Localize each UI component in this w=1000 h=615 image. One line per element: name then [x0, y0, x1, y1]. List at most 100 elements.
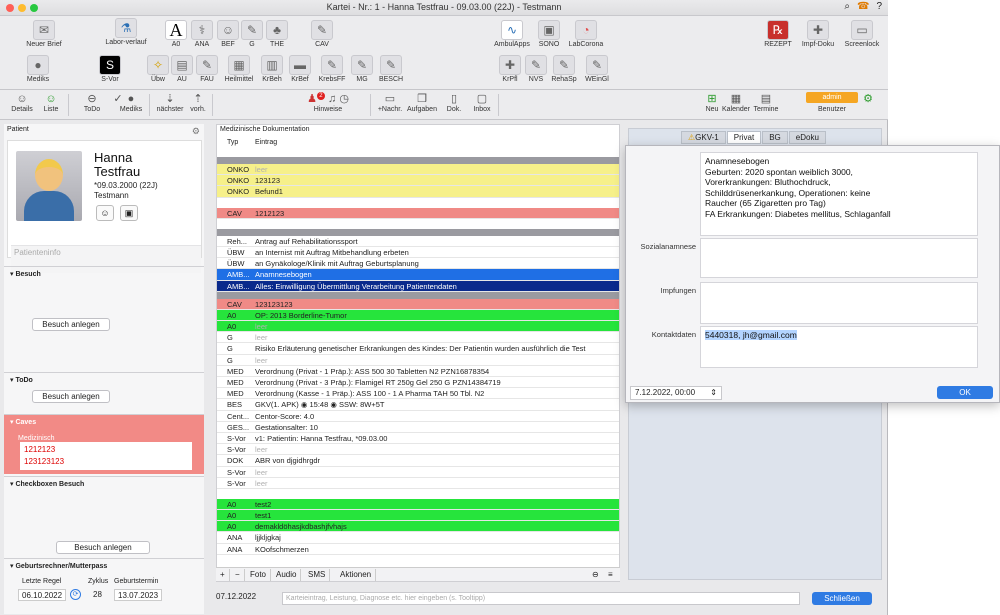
table-row[interactable]: ÜBW an Internist mit Auftrag Mitbehandlun…: [217, 247, 619, 259]
screenlock-button[interactable]: ▭ Screenlock: [840, 20, 884, 48]
gear-icon[interactable]: ⚙: [192, 126, 200, 137]
table-row[interactable]: ONKO leer: [217, 164, 619, 176]
entry-date[interactable]: 07.12.2022: [216, 592, 256, 601]
vorh-button[interactable]: ⇡ vorh.: [180, 92, 216, 113]
inbox-button[interactable]: ▢ Inbox: [464, 92, 500, 113]
hinweise-button[interactable]: ♟ 2 ♫ ◷ Hinweise: [300, 92, 356, 113]
table-row[interactable]: Gleer: [217, 332, 619, 344]
table-row[interactable]: BES GKV(1. APK) ◉ 15:48 ◉ SSW: 8W+5T: [217, 399, 619, 411]
tab-gkv-1[interactable]: ⚠GKV-1: [681, 131, 726, 144]
table-row[interactable]: A0 test1: [217, 510, 619, 522]
aufgaben-button[interactable]: ❒ Aufgaben: [404, 92, 440, 113]
cav-button[interactable]: ✎ CAV: [300, 20, 344, 48]
col-typ[interactable]: Typ: [227, 139, 238, 146]
checkboxen-besuch-anlegen-button[interactable]: Besuch anlegen: [56, 541, 150, 554]
add-entry-button[interactable]: +: [216, 569, 230, 581]
list-icon[interactable]: ≡: [604, 569, 617, 581]
table-row[interactable]: Gleer: [217, 355, 619, 366]
liste-button[interactable]: ☺ Liste: [33, 92, 69, 113]
filter-icon[interactable]: ⊖: [588, 569, 603, 581]
row-typ: ONKO: [227, 187, 250, 197]
zyklus-field[interactable]: 28: [90, 589, 105, 601]
table-row[interactable]: MED Verordnung (Privat - 1 Präp.): ASS 50…: [217, 366, 619, 377]
sozialanamnese-field[interactable]: [700, 238, 978, 278]
laborverlauf-button[interactable]: ⚗ Labor-verlauf: [104, 18, 148, 46]
impf-doku-button[interactable]: ✚ Impf-Doku: [796, 20, 840, 48]
table-row[interactable]: Cent... Centor-Score: 4.0: [217, 411, 619, 422]
table-row[interactable]: ÜBW an Gynäkologe/Klinik mit Auftrag Gebu…: [217, 258, 619, 270]
caves-item[interactable]: 123123123: [24, 456, 188, 468]
patient-card-button[interactable]: ▣: [120, 205, 138, 221]
table-row[interactable]: AMB... Alles: Einwilligung Übermittlung V…: [217, 280, 619, 292]
close-button[interactable]: Schließen: [812, 592, 872, 605]
mediks-button[interactable]: ● Mediks: [16, 55, 60, 83]
table-row[interactable]: A0 OP: 2013 Borderline-Tumor: [217, 309, 619, 322]
kontaktdaten-label: Kontaktdaten: [651, 330, 696, 339]
neuer-brief-button[interactable]: ✉ Neuer Brief: [22, 20, 66, 48]
table-row[interactable]: MED Verordnung (Kasse - 1 Präp.): ASS 100…: [217, 388, 619, 400]
tab-edoku[interactable]: eDoku: [788, 131, 826, 144]
table-row[interactable]: MED Verordnung (Privat - 3 Präp.): Flamig…: [217, 377, 619, 389]
table-row[interactable]: S-Vor leer: [217, 467, 619, 478]
besch-button[interactable]: ✎ BESCH: [369, 55, 413, 83]
rezept-button[interactable]: ℞ REZEPT: [756, 20, 800, 48]
table-row[interactable]: ANA ljjkljgkaj: [217, 532, 619, 544]
tab-bg[interactable]: BG: [762, 131, 788, 144]
foto-button[interactable]: Foto: [246, 569, 272, 581]
table-row[interactable]: CAV 1212123: [217, 207, 619, 219]
sync-icon[interactable]: ⟳: [70, 589, 81, 600]
benutzer-button[interactable]: admin Benutzer: [806, 92, 858, 113]
table-row[interactable]: GES... Gestationsalter: 10: [217, 422, 619, 433]
table-row[interactable]: G Risiko Erläuterung genetischer Erkranku…: [217, 343, 619, 355]
caves-item[interactable]: 1212123: [24, 444, 188, 456]
stepper-icon[interactable]: ⇕: [710, 387, 717, 399]
remove-entry-button[interactable]: −: [231, 569, 245, 581]
geburtstermin-field[interactable]: 13.07.2023: [114, 589, 163, 601]
labcorona-button[interactable]: ◔ LabCorona: [564, 20, 608, 48]
weingl-button[interactable]: ✎ WEinGl: [575, 55, 619, 83]
table-row[interactable]: ONKO 123123: [217, 175, 619, 187]
search-icon[interactable]: ⌕: [844, 1, 850, 12]
the-button[interactable]: ♣ THE: [255, 20, 299, 48]
col-eintrag[interactable]: Eintrag: [255, 139, 277, 146]
table-row[interactable]: ONKO Befund1: [217, 186, 619, 198]
table-row[interactable]: A0 demakldöhasjkdbashjfvhajs: [217, 521, 619, 533]
row-typ: S-Vor: [227, 445, 246, 455]
termine-button[interactable]: ▤ Termine: [748, 92, 784, 113]
table-row[interactable]: S-Vor leer: [217, 444, 619, 456]
impfungen-field[interactable]: [700, 282, 978, 324]
s-vor-button[interactable]: S S-Vor: [88, 55, 132, 83]
network-button[interactable]: ⚙: [856, 92, 880, 106]
nav-label: +Nachr.: [377, 106, 403, 113]
audio-button[interactable]: Audio: [272, 569, 302, 581]
nachr-button[interactable]: ▭ +Nachr.: [372, 92, 408, 113]
tab-privat[interactable]: Privat: [726, 131, 762, 144]
medical-documentation: Medizinische Dokumentation Typ Eintrag O…: [216, 124, 620, 582]
popup-date-field[interactable]: 7.12.2022, 00:00 ⇕: [630, 386, 722, 400]
ecg-icon: ∿: [501, 20, 523, 40]
besuch-anlegen-button[interactable]: Besuch anlegen: [32, 318, 110, 331]
table-row[interactable]: S-Vor leer: [217, 478, 619, 489]
letzte-regel-field[interactable]: 06.10.2022: [18, 589, 67, 601]
entry-input[interactable]: Karteieintrag, Leistung, Diagnose etc. h…: [282, 592, 800, 605]
kontaktdaten-field[interactable]: 5440318, jh@gmail.com: [700, 326, 978, 368]
table-row[interactable]: ANA KOofschmerzen: [217, 544, 619, 555]
ok-button[interactable]: OK: [937, 386, 993, 399]
table-row[interactable]: A0 leer: [217, 321, 619, 333]
table-row[interactable]: A0 test2: [217, 498, 619, 511]
anamnese-field[interactable]: Anamnesebogen Geburten: 2020 spontan wei…: [700, 152, 978, 236]
help-icon[interactable]: ?: [876, 1, 882, 12]
aktionen-button[interactable]: Aktionen: [336, 569, 377, 581]
table-row[interactable]: Reh... Antrag auf Rehabilitationssport: [217, 236, 619, 247]
row-eintrag: v1: Patientin: Hanna Testfrau, *09.03.00: [255, 433, 388, 443]
table-row[interactable]: S-Vor v1: Patientin: Hanna Testfrau, *09.…: [217, 433, 619, 445]
phone-icon[interactable]: ☎: [857, 1, 869, 12]
person-icon: ☺: [16, 93, 28, 105]
table-row[interactable]: CAV 123123123: [217, 298, 619, 310]
patient-person-button[interactable]: ☺: [96, 205, 114, 221]
table-row[interactable]: DOK ABR von djgidhrgdr: [217, 455, 619, 467]
nav-mediks-button[interactable]: ● Mediks: [113, 92, 149, 113]
table-row[interactable]: AMB... Anamnesebogen: [217, 269, 619, 281]
todo-besuch-anlegen-button[interactable]: Besuch anlegen: [32, 390, 110, 403]
sms-button[interactable]: SMS: [304, 569, 331, 581]
